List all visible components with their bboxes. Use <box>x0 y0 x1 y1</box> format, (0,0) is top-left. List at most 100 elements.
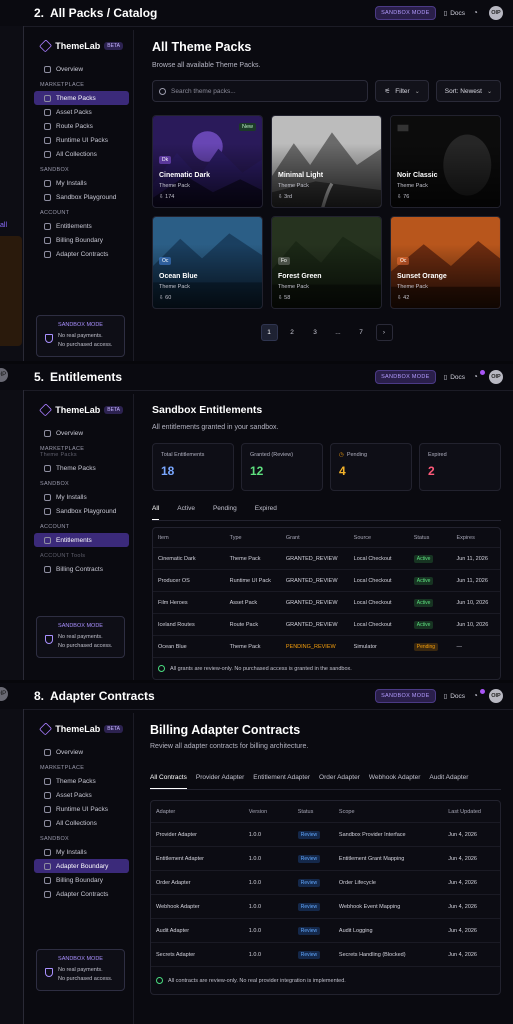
sidebar-item-all-collections[interactable]: All Collections <box>34 147 129 161</box>
pack-type-chip: Dk <box>159 156 172 164</box>
sidebar-item-asset-packs[interactable]: Asset Packs <box>34 788 129 802</box>
table-row[interactable]: Cinematic Dark Theme Pack GRANTED_REVIEW… <box>153 548 500 570</box>
table-row[interactable]: Audit Adapter 1.0.0 Review Audit Logging… <box>151 919 500 943</box>
table-row[interactable]: Producer OS Runtime UI Pack GRANTED_REVI… <box>153 570 500 592</box>
sidebar-item-adapter-boundary[interactable]: Adapter Boundary <box>34 859 129 873</box>
sidebar-item-billing-boundary[interactable]: Billing Boundary <box>34 233 129 247</box>
cell-item: Cinematic Dark <box>158 555 196 562</box>
pack-card[interactable]: Fo Forest Green Theme Pack ⇩ 58 <box>271 216 382 309</box>
docs-link[interactable]: ▯ Docs <box>444 373 465 382</box>
avatar[interactable]: OIP <box>489 370 503 384</box>
pack-card[interactable]: Noir Classic Theme Pack ⇩ 76 <box>390 115 501 208</box>
table-row[interactable]: Film Heroes Asset Pack GRANTED_REVIEW Lo… <box>153 592 500 614</box>
cell-grant: GRANTED_REVIEW <box>285 599 338 606</box>
sidebar-item-theme-packs[interactable]: Theme Packs <box>34 461 129 475</box>
sidebar-item-adapter-contracts[interactable]: Adapter Contracts <box>34 247 129 261</box>
search-input[interactable] <box>171 87 362 95</box>
table-row[interactable]: Ocean Blue Theme Pack PENDING_REVIEW Sim… <box>153 636 500 658</box>
table-row[interactable]: Iceland Routes Route Pack GRANTED_REVIEW… <box>153 614 500 636</box>
sidebar-item-my-installs[interactable]: My Installs <box>34 845 129 859</box>
sidebar-item-runtime-ui-packs[interactable]: Runtime UI Packs <box>34 133 129 147</box>
pack-card[interactable]: New Dk Cinematic Dark Theme Pack ⇩ 174 <box>152 115 263 208</box>
docs-label: Docs <box>450 373 465 381</box>
page-button[interactable]: 2 <box>284 324 301 341</box>
stat-card-total: Total Entitlements 18 <box>152 443 234 491</box>
sidebar-item-label: Overview <box>56 748 84 756</box>
brand[interactable]: ThemeLab BETA <box>30 36 133 62</box>
sort-select[interactable]: Sort: Newest ⌄ <box>435 80 501 102</box>
sidebar-item-sandbox-playground[interactable]: Sandbox Playground <box>34 190 129 204</box>
avatar[interactable]: OIP <box>489 689 503 703</box>
shield-icon <box>45 635 53 644</box>
page-button[interactable]: 3 <box>307 324 324 341</box>
tab-active[interactable]: Active <box>177 501 195 520</box>
sidebar-item-billing-contracts[interactable]: Billing Contracts <box>34 562 129 576</box>
pack-card[interactable]: Minimal Light Theme Pack ⇩ 3rd <box>271 115 382 208</box>
beta-badge: BETA <box>104 406 123 414</box>
tab-pending[interactable]: Pending <box>213 501 237 520</box>
cell-version: 1.0.0 <box>248 903 262 910</box>
pack-name: Cinematic Dark <box>159 172 210 179</box>
tab-all-contracts[interactable]: All Contracts <box>150 770 187 789</box>
sidebar-item-label: Asset Packs <box>56 791 92 799</box>
sidebar-item-billing-boundary[interactable]: Billing Boundary <box>34 873 129 887</box>
avatar[interactable]: OIP <box>489 6 503 20</box>
cell-grant: PENDING_REVIEW <box>285 643 336 650</box>
cell-source: Local Checkout <box>353 577 392 584</box>
sidebar-item-theme-packs[interactable]: Theme Packs <box>34 774 129 788</box>
sidebar-item-my-installs[interactable]: My Installs <box>34 176 129 190</box>
cell-updated: Jun 4, 2026 <box>448 903 477 910</box>
brand[interactable]: ThemeLab BETA <box>30 719 133 745</box>
notifications-bell-icon[interactable]: ◔ <box>473 370 485 382</box>
table-row[interactable]: Webhook Adapter 1.0.0 Review Webhook Eve… <box>151 895 500 919</box>
table-row[interactable]: Secrets Adapter 1.0.0 Review Secrets Han… <box>151 943 500 967</box>
sidebar-item-my-installs[interactable]: My Installs <box>34 490 129 504</box>
tab-order-adapter[interactable]: Order Adapter <box>319 770 360 789</box>
cell-status: Active <box>409 576 452 585</box>
sidebar-item-label: Entitlements <box>56 222 92 230</box>
sidebar-item-overview[interactable]: Overview <box>34 745 129 759</box>
next-page-button[interactable]: › <box>375 324 393 341</box>
tab-provider-adapter[interactable]: Provider Adapter <box>196 770 244 789</box>
column-header: Status <box>413 534 430 541</box>
tab-all[interactable]: All <box>152 501 160 520</box>
cell-scope: Audit Logging <box>338 927 373 934</box>
brand[interactable]: ThemeLab BETA <box>30 400 133 426</box>
sidebar-item-adapter-contracts[interactable]: Adapter Contracts <box>34 887 129 901</box>
sidebar-item-runtime-ui-packs[interactable]: Runtime UI Packs <box>34 802 129 816</box>
sidebar-item-overview[interactable]: Overview <box>34 62 129 76</box>
cell-status: Review <box>293 830 334 839</box>
sidebar-item-entitlements[interactable]: Entitlements <box>34 219 129 233</box>
sidebar-item-sandbox-playground[interactable]: Sandbox Playground <box>34 504 129 518</box>
tab-expired[interactable]: Expired <box>255 501 277 520</box>
pack-card[interactable]: Oc Ocean Blue Theme Pack ⇩ 60 <box>152 216 263 309</box>
table-row[interactable]: Order Adapter 1.0.0 Review Order Lifecyc… <box>151 871 500 895</box>
stat-card-expired: Expired 2 <box>419 443 501 491</box>
shield-icon <box>45 334 53 343</box>
pack-downloads: ⇩ 58 <box>278 295 291 301</box>
sidebar-item-route-packs[interactable]: Route Packs <box>34 119 129 133</box>
tab-entitlement-adapter[interactable]: Entitlement Adapter <box>253 770 310 789</box>
tab-webhook-adapter[interactable]: Webhook Adapter <box>369 770 421 789</box>
notifications-bell-icon[interactable]: ◔ <box>473 8 483 18</box>
page-button[interactable]: 1 <box>260 324 278 341</box>
page-title: All Theme Packs <box>152 40 252 54</box>
panel-adapter-contracts: OIP 8. Adapter Contracts SANDBOX MODE ▯D… <box>0 683 513 1024</box>
sidebar-item-all-collections[interactable]: All Collections <box>34 816 129 830</box>
page-button[interactable]: 7 <box>353 324 370 341</box>
sidebar-item-entitlements[interactable]: Entitlements <box>34 533 129 547</box>
sidebar-item-theme-packs[interactable]: Theme Packs <box>34 91 129 105</box>
sidebar-item-overview[interactable]: Overview <box>34 426 129 440</box>
filter-button[interactable]: ⚟ Filter ⌄ <box>375 80 429 102</box>
sidebar-item-asset-packs[interactable]: Asset Packs <box>34 105 129 119</box>
table-row[interactable]: Entitlement Adapter 1.0.0 Review Entitle… <box>151 847 500 871</box>
cell-adapter: Webhook Adapter <box>156 903 200 910</box>
docs-link[interactable]: ▯ Docs <box>444 9 465 18</box>
table-row[interactable]: Provider Adapter 1.0.0 Review Sandbox Pr… <box>151 823 500 847</box>
sidebar-item-label: Sandbox Playground <box>56 507 117 515</box>
tab-audit-adapter[interactable]: Audit Adapter <box>429 770 468 789</box>
notifications-bell-icon[interactable]: ◔ <box>473 689 485 701</box>
filter-icon: ⚟ <box>384 88 391 95</box>
docs-link[interactable]: ▯ Docs <box>444 692 465 701</box>
pack-card[interactable]: Oc Sunset Orange Theme Pack ⇩ 42 <box>390 216 501 309</box>
